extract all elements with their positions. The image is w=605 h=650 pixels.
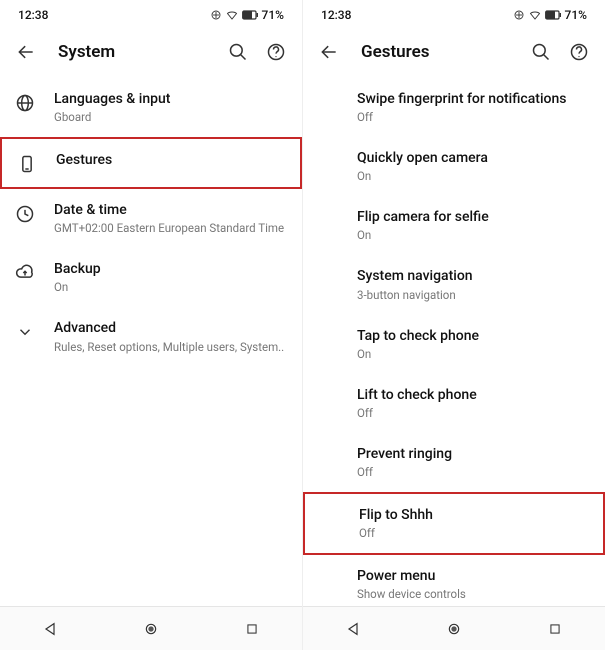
item-title: Date & time	[54, 201, 288, 219]
item-title: Gestures	[56, 151, 286, 169]
status-time: 12:38	[18, 8, 48, 22]
item-sub: Off	[357, 406, 591, 421]
navigation-bar	[303, 606, 605, 650]
item-sub: On	[54, 280, 288, 295]
cloud-upload-icon	[14, 262, 36, 284]
item-flip-camera-selfie[interactable]: Flip camera for selfie On	[303, 196, 605, 255]
help-icon[interactable]	[264, 40, 288, 64]
item-sub: On	[357, 169, 591, 184]
item-swipe-fingerprint[interactable]: Swipe fingerprint for notifications Off	[303, 78, 605, 137]
status-battery: 71%	[565, 8, 587, 22]
item-sub: Rules, Reset options, Multiple users, Sy…	[54, 340, 288, 355]
item-sub: Show device controls	[357, 587, 591, 602]
header: System	[0, 30, 302, 74]
item-sub: Gboard	[54, 110, 288, 125]
item-sub: GMT+02:00 Eastern European Standard Time	[54, 221, 288, 236]
header: Gestures	[303, 30, 605, 74]
status-bar: 12:38 71%	[0, 0, 302, 30]
item-sub: Off	[357, 465, 591, 480]
page-title: System	[58, 42, 208, 62]
item-title: Quickly open camera	[357, 149, 591, 167]
globe-icon	[14, 92, 36, 114]
item-title: Power menu	[357, 567, 591, 585]
status-time: 12:38	[321, 8, 351, 22]
status-battery: 71%	[262, 8, 284, 22]
help-icon[interactable]	[567, 40, 591, 64]
item-languages-input[interactable]: Languages & input Gboard	[0, 78, 302, 137]
item-title: Lift to check phone	[357, 386, 591, 404]
chevron-down-icon	[14, 321, 36, 343]
item-advanced[interactable]: Advanced Rules, Reset options, Multiple …	[0, 307, 302, 366]
nav-back-icon[interactable]	[20, 611, 80, 647]
nav-back-icon[interactable]	[323, 611, 383, 647]
page-title: Gestures	[361, 42, 511, 62]
item-title: Prevent ringing	[357, 445, 591, 463]
back-icon[interactable]	[317, 40, 341, 64]
settings-list: Languages & input Gboard Gestures Date &…	[0, 74, 302, 367]
search-icon[interactable]	[529, 40, 553, 64]
item-title: Swipe fingerprint for notifications	[357, 90, 591, 108]
nav-home-icon[interactable]	[424, 611, 484, 647]
item-sub: On	[357, 228, 591, 243]
search-icon[interactable]	[226, 40, 250, 64]
back-icon[interactable]	[14, 40, 38, 64]
item-flip-to-shhh[interactable]: Flip to Shhh Off	[303, 492, 605, 555]
item-gestures[interactable]: Gestures	[0, 137, 302, 189]
item-prevent-ringing[interactable]: Prevent ringing Off	[303, 433, 605, 492]
clock-icon	[14, 203, 36, 225]
item-title: Advanced	[54, 319, 288, 337]
item-sub: 3-button navigation	[357, 288, 591, 303]
item-title: Flip to Shhh	[359, 506, 589, 524]
item-tap-check-phone[interactable]: Tap to check phone On	[303, 315, 605, 374]
item-title: Backup	[54, 260, 288, 278]
nav-home-icon[interactable]	[121, 611, 181, 647]
item-quickly-open-camera[interactable]: Quickly open camera On	[303, 137, 605, 196]
item-backup[interactable]: Backup On	[0, 248, 302, 307]
navigation-bar	[0, 606, 302, 650]
gestures-list: Swipe fingerprint for notifications Off …	[303, 74, 605, 614]
nav-recent-icon[interactable]	[525, 611, 585, 647]
item-sub: Off	[359, 526, 589, 541]
item-lift-check-phone[interactable]: Lift to check phone Off	[303, 374, 605, 433]
item-sub: Off	[357, 110, 591, 125]
item-system-navigation[interactable]: System navigation 3-button navigation	[303, 255, 605, 314]
status-bar: 12:38 71%	[303, 0, 605, 30]
status-icons: 71%	[210, 8, 284, 22]
nav-recent-icon[interactable]	[222, 611, 282, 647]
item-title: Languages & input	[54, 90, 288, 108]
item-sub: On	[357, 347, 591, 362]
item-title: Flip camera for selfie	[357, 208, 591, 226]
item-title: Tap to check phone	[357, 327, 591, 345]
item-title: System navigation	[357, 267, 591, 285]
phone-icon	[16, 153, 38, 175]
item-date-time[interactable]: Date & time GMT+02:00 Eastern European S…	[0, 189, 302, 248]
status-icons: 71%	[513, 8, 587, 22]
